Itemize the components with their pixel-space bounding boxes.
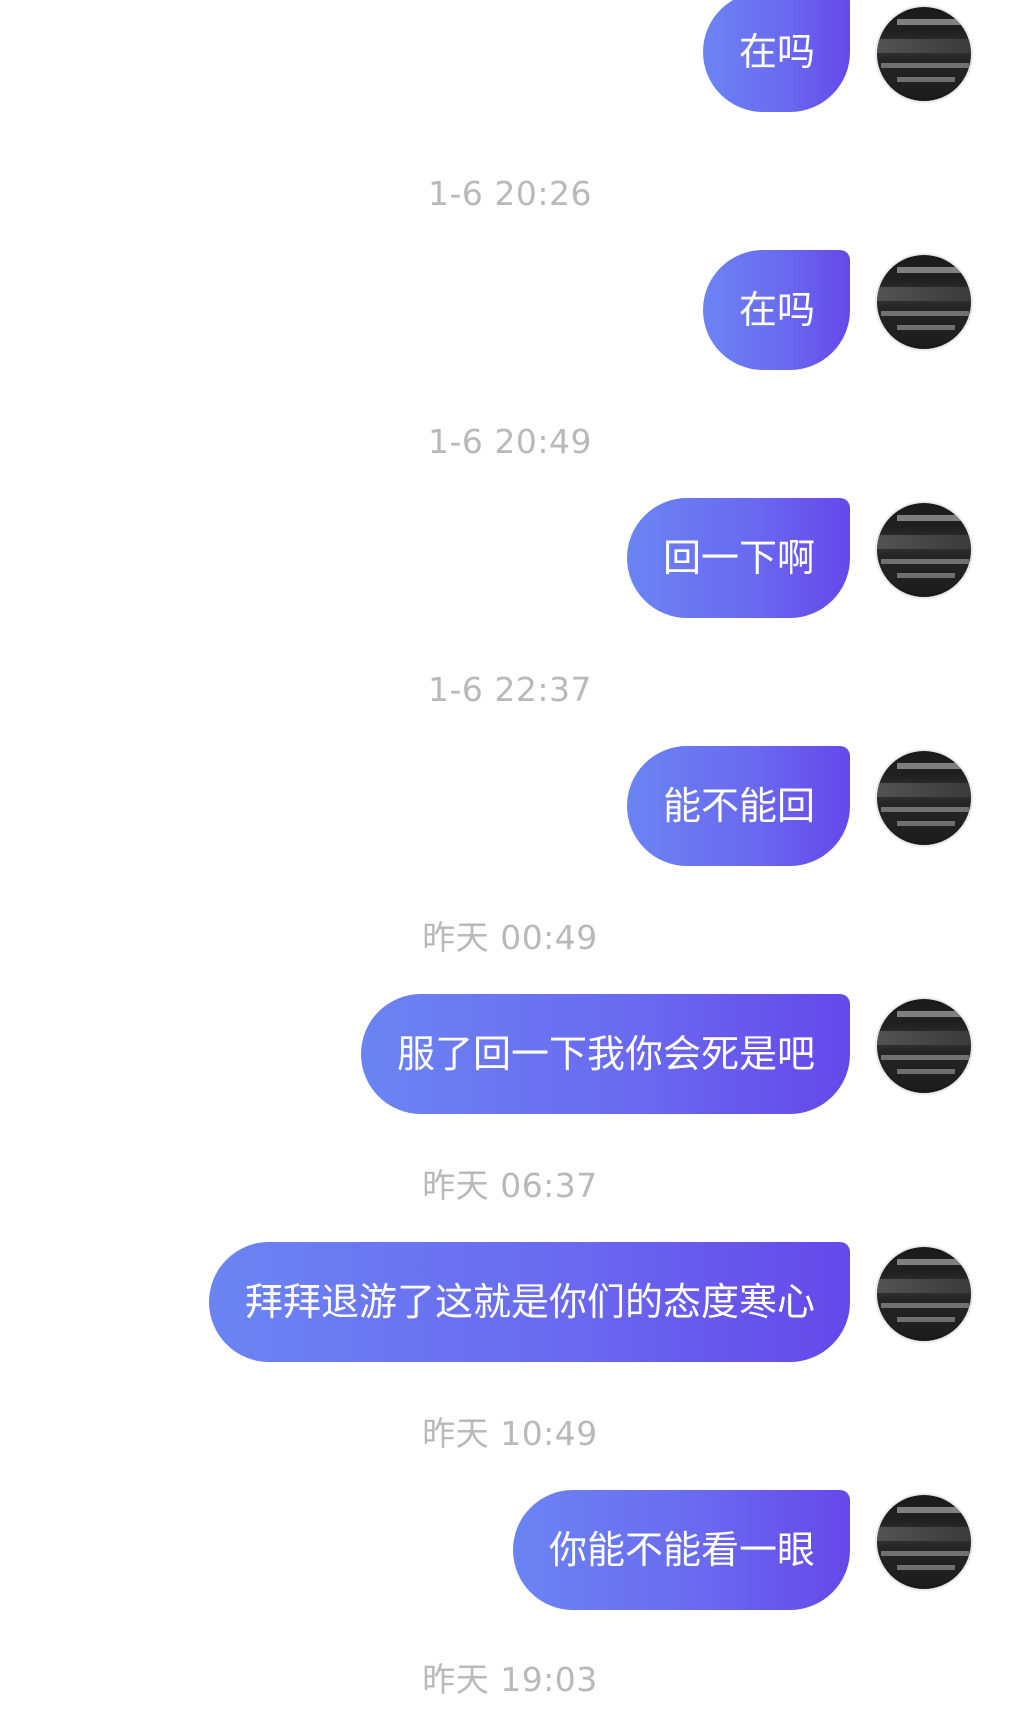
message-timestamp: 1-6 20:49 xyxy=(428,422,592,461)
message-bubble[interactable]: 回一下啊 xyxy=(626,498,850,618)
user-avatar-icon[interactable] xyxy=(875,1493,973,1591)
user-avatar-icon[interactable] xyxy=(875,1245,973,1343)
message-bubble[interactable]: 在吗 xyxy=(702,250,850,370)
message-timestamp: 昨天 00:49 xyxy=(422,918,598,957)
message-timestamp: 昨天 19:03 xyxy=(422,1660,598,1699)
message-timestamp: 昨天 10:49 xyxy=(422,1414,598,1453)
message-bubble[interactable]: 服了回一下我你会死是吧 xyxy=(360,994,850,1114)
user-avatar-icon[interactable] xyxy=(875,997,973,1095)
chat-message-list[interactable]: 在吗 1-6 20:26 在吗 1-6 20:49 回一下啊 1-6 22:37… xyxy=(0,0,1020,1716)
user-avatar-icon[interactable] xyxy=(875,5,973,103)
message-timestamp: 1-6 22:37 xyxy=(428,670,592,709)
message-timestamp: 1-6 20:26 xyxy=(428,174,592,213)
message-bubble[interactable]: 能不能回 xyxy=(626,746,850,866)
user-avatar-icon[interactable] xyxy=(875,749,973,847)
user-avatar-icon[interactable] xyxy=(875,253,973,351)
message-timestamp: 昨天 06:37 xyxy=(422,1166,598,1205)
message-bubble[interactable]: 你能不能看一眼 xyxy=(512,1490,850,1610)
message-bubble[interactable]: 拜拜退游了这就是你们的态度寒心 xyxy=(208,1242,850,1362)
message-bubble[interactable]: 在吗 xyxy=(702,0,850,112)
user-avatar-icon[interactable] xyxy=(875,501,973,599)
